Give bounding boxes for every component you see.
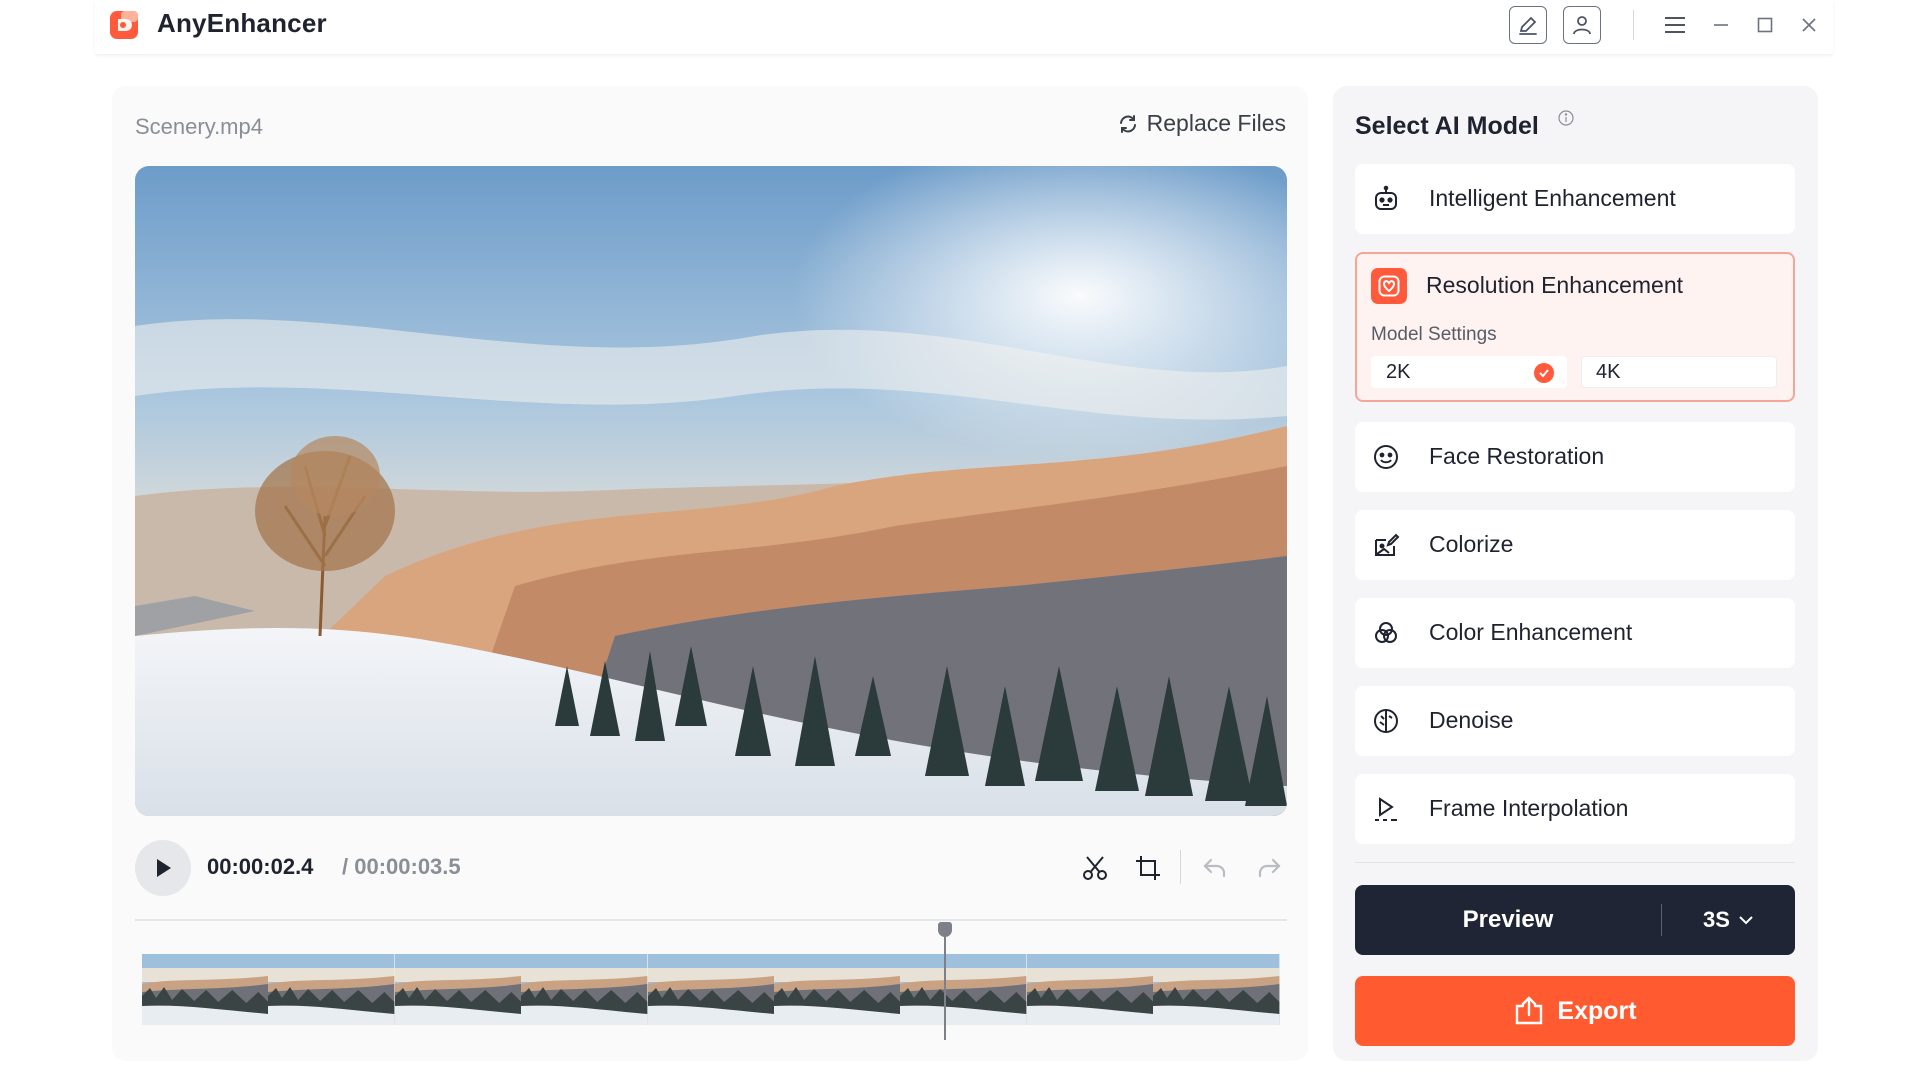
- filmstrip-frame: [1026, 954, 1154, 1025]
- select-model-title: Select AI Model: [1355, 112, 1539, 140]
- model-label: Colorize: [1429, 531, 1514, 557]
- resolution-option-2k[interactable]: 2K: [1371, 356, 1567, 388]
- ai-model-panel: Select AI Model Intelligent Enhancement …: [1333, 86, 1818, 1061]
- filmstrip-frame: [647, 954, 774, 1025]
- play-icon: [157, 859, 171, 877]
- crop-button[interactable]: [1130, 850, 1166, 886]
- app-title: AnyEnhancer: [157, 8, 327, 38]
- menu-button[interactable]: [1662, 12, 1688, 38]
- filmstrip[interactable]: [142, 954, 1280, 1025]
- actions-divider: [1355, 862, 1795, 863]
- playhead-handle[interactable]: [938, 922, 952, 937]
- replace-files-button[interactable]: Replace Files: [1117, 110, 1286, 137]
- playback-controls: 00:00:02.4 / 00:00:03.5: [135, 840, 1287, 896]
- undo-icon: [1203, 858, 1226, 878]
- check-icon: [1534, 363, 1554, 383]
- refresh-icon: [1119, 114, 1136, 133]
- scissors-icon: [1083, 856, 1107, 880]
- info-icon[interactable]: [1558, 110, 1574, 126]
- filmstrip-frame: [142, 954, 269, 1025]
- frame-interpolation-icon: [1375, 797, 1397, 821]
- model-label: Resolution Enhancement: [1426, 272, 1683, 298]
- model-label: Denoise: [1429, 707, 1514, 733]
- minimize-button[interactable]: [1708, 12, 1734, 38]
- face-icon: [1374, 445, 1398, 469]
- resolution-icon: [1378, 275, 1400, 297]
- model-colorize[interactable]: Colorize: [1355, 510, 1795, 580]
- model-label: Color Enhancement: [1429, 619, 1633, 645]
- app-logo-icon: [110, 11, 138, 39]
- resolution-option-4k[interactable]: 4K: [1581, 356, 1777, 388]
- preview-duration-value: 3S: [1703, 907, 1730, 932]
- edit-icon: [1519, 16, 1537, 35]
- colorize-icon: [1375, 533, 1400, 556]
- preview-duration-dropdown[interactable]: 3S: [1662, 885, 1795, 955]
- feedback-button[interactable]: [1509, 6, 1547, 44]
- current-time: 00:00:02.4: [207, 854, 314, 879]
- playhead-line: [944, 936, 946, 1040]
- close-button[interactable]: [1796, 12, 1822, 38]
- model-color-enhancement[interactable]: Color Enhancement: [1355, 598, 1795, 668]
- model-label: Frame Interpolation: [1429, 795, 1629, 821]
- redo-button[interactable]: [1251, 850, 1287, 886]
- filmstrip-frame: [773, 954, 901, 1025]
- model-intelligent-enhancement[interactable]: Intelligent Enhancement: [1355, 164, 1795, 234]
- color-enhance-icon: [1375, 622, 1397, 643]
- undo-button[interactable]: [1197, 850, 1233, 886]
- model-denoise[interactable]: Denoise: [1355, 686, 1795, 756]
- preview-button[interactable]: Preview 3S: [1355, 885, 1795, 955]
- export-label: Export: [1557, 996, 1637, 1025]
- trim-button[interactable]: [1077, 850, 1113, 886]
- user-icon: [1573, 16, 1591, 35]
- controls-divider: [1180, 850, 1181, 884]
- model-frame-interpolation[interactable]: Frame Interpolation: [1355, 774, 1795, 844]
- minimize-icon: [1714, 24, 1728, 26]
- resolution-option-label: 2K: [1386, 361, 1411, 383]
- scenery-image: [135, 166, 1287, 816]
- title-bar: AnyEnhancer: [95, 0, 1833, 54]
- filmstrip-frame: [268, 954, 395, 1025]
- timeline-track: [135, 919, 1287, 921]
- model-label: Face Restoration: [1429, 443, 1605, 469]
- titlebar-divider: [1633, 10, 1634, 40]
- filmstrip-frame: [1153, 954, 1280, 1025]
- model-face-restoration[interactable]: Face Restoration: [1355, 422, 1795, 492]
- maximize-button[interactable]: [1752, 12, 1778, 38]
- play-button[interactable]: [135, 840, 191, 896]
- export-button[interactable]: Export: [1355, 976, 1795, 1046]
- video-preview[interactable]: [135, 166, 1287, 816]
- chevron-down-icon: [1739, 916, 1753, 925]
- crop-icon: [1136, 856, 1160, 880]
- resolution-option-label: 4K: [1596, 361, 1621, 383]
- filmstrip-frame: [394, 954, 522, 1025]
- close-icon: [1802, 18, 1816, 32]
- model-resolution-enhancement[interactable]: Resolution Enhancement Model Settings 2K…: [1355, 252, 1795, 402]
- model-settings-label: Model Settings: [1371, 324, 1497, 345]
- hamburger-icon: [1665, 17, 1685, 33]
- redo-icon: [1258, 858, 1281, 878]
- file-name: Scenery.mp4: [135, 114, 263, 139]
- denoise-icon: [1374, 709, 1398, 733]
- editor-panel: Scenery.mp4 Replace Files 00:00:02.4 / 0…: [112, 86, 1308, 1061]
- preview-label: Preview: [1462, 906, 1554, 933]
- robot-icon: [1375, 185, 1397, 210]
- filmstrip-frame: [900, 954, 1027, 1025]
- model-label: Intelligent Enhancement: [1429, 185, 1676, 211]
- filmstrip-frame: [521, 954, 648, 1025]
- export-icon: [1516, 996, 1543, 1025]
- maximize-icon: [1757, 17, 1773, 33]
- account-button[interactable]: [1563, 6, 1601, 44]
- total-time: / 00:00:03.5: [342, 854, 461, 879]
- replace-files-label: Replace Files: [1146, 110, 1286, 136]
